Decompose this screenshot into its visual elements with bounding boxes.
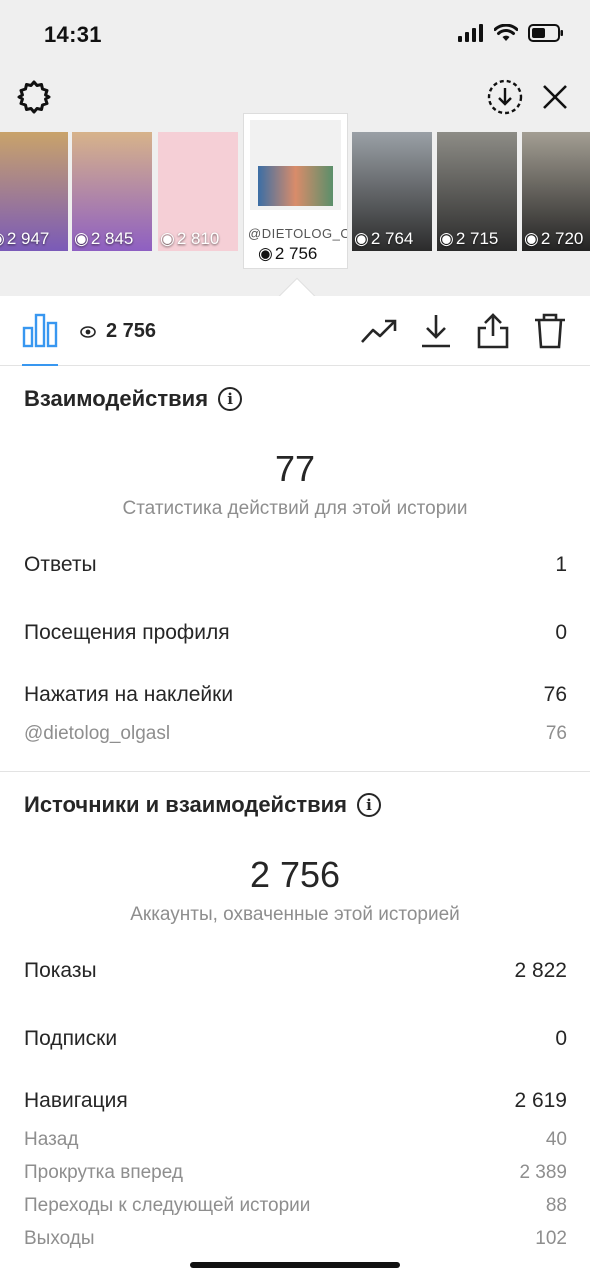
story-thumbnail[interactable]: ◉2 947 [0, 132, 68, 251]
stat-label: Подписки [24, 1027, 118, 1050]
story-view-count: ◉ 2 810 [160, 229, 220, 248]
stat-subrow-sticker: @dietolog_olgasl 76 [24, 723, 567, 745]
close-icon[interactable] [540, 82, 570, 112]
story-preview-image [250, 120, 341, 210]
story-thumbnail[interactable]: ◉ 2 715 [437, 132, 517, 251]
status-icons [458, 24, 564, 42]
story-view-count: ◉ 2 720 [524, 229, 584, 248]
stat-value: 1 [555, 553, 567, 576]
stat-value: 2 619 [514, 1089, 567, 1112]
stat-value: 102 [535, 1228, 567, 1249]
interactions-subtitle: Статистика действий для этой истории [122, 498, 468, 519]
story-thumbnail[interactable]: ◉ 2 845 [72, 132, 152, 251]
stat-subrow-forward: Прокрутка вперед 2 389 [24, 1162, 567, 1184]
story-thumbnail[interactable]: ◉ 2 810 [158, 132, 238, 251]
stat-value: 2 822 [514, 959, 567, 982]
home-indicator[interactable] [190, 1262, 400, 1268]
stat-label: Нажатия на наклейки [24, 683, 234, 706]
status-bar: 14:31 [0, 0, 590, 70]
status-time: 14:31 [44, 22, 102, 47]
view-count: 2 756 [106, 320, 157, 342]
story-caption: @DIETOLOG_OLGASL [248, 226, 347, 241]
stat-value: 40 [545, 1129, 567, 1150]
stat-value: 76 [543, 683, 567, 706]
trending-promote-icon[interactable] [360, 316, 398, 346]
stat-row-profile-visits: Посещения профиля 0 [24, 621, 567, 645]
stat-label: Посещения профиля [24, 621, 230, 644]
stat-label: Показы [24, 959, 97, 982]
story-thumbnail-selected[interactable]: @DIETOLOG_OLGASL ◉2 756 [244, 114, 347, 268]
stat-label: Навигация [24, 1089, 128, 1112]
interactions-total: 77 [274, 448, 316, 489]
discovery-section-title: Источники и взаимодействия i [24, 792, 381, 818]
stat-label: Выходы [24, 1228, 95, 1249]
download-story-icon[interactable] [486, 78, 524, 116]
stat-row-sticker-taps: Нажатия на наклейки 76 [24, 683, 567, 707]
interactions-section-title: Взаимодействия i [24, 386, 243, 412]
share-icon[interactable] [476, 312, 510, 350]
interactions-title: Взаимодействия [24, 386, 209, 411]
stat-value: 0 [555, 1027, 567, 1050]
story-thumbnail[interactable]: ◉ 2 720 [522, 132, 590, 251]
story-view-count: ◉ 2 764 [354, 229, 414, 248]
story-thumbnail-strip[interactable]: ◉2 947 ◉2 845 ◉2 810 @DIETOLOG_OLGASL ◉2… [0, 114, 590, 270]
insights-toolbar: 2 756 [0, 296, 590, 366]
story-view-count: ◉ 2 845 [74, 229, 134, 248]
discovery-total: 2 756 [249, 854, 341, 895]
stat-subrow-back: Назад 40 [24, 1129, 567, 1151]
eye-icon [80, 325, 96, 338]
stat-row-follows: Подписки 0 [24, 1027, 567, 1051]
stat-value: 0 [555, 621, 567, 644]
stat-subrow-exits: Выходы 102 [24, 1228, 567, 1250]
download-icon[interactable] [420, 313, 452, 349]
insights-bar-chart-icon[interactable] [22, 312, 58, 348]
story-view-count: ◉ 2 715 [439, 229, 499, 248]
stat-value: 2 389 [519, 1162, 567, 1183]
story-viewer-header: 14:31 2 947 ◉ 2 845 ◉ 2 810 @DIETOLOG_O … [0, 0, 590, 296]
settings-gear-icon[interactable] [16, 79, 52, 115]
wifi-icon [494, 24, 518, 41]
active-tab-indicator [22, 364, 58, 366]
discovery-title: Источники и взаимодействия [24, 792, 347, 817]
stat-value: 88 [545, 1195, 567, 1216]
info-icon[interactable]: i [356, 793, 381, 817]
stat-row-navigation: Навигация 2 619 [24, 1089, 567, 1113]
stat-label: Прокрутка вперед [24, 1162, 183, 1183]
info-icon[interactable]: i [218, 387, 243, 411]
signal-icon [458, 24, 483, 42]
stat-label: Назад [24, 1129, 79, 1150]
stat-row-replies: Ответы 1 [24, 553, 567, 577]
story-view-count: ◉ 2 756 [258, 244, 318, 263]
stat-row-impressions: Показы 2 822 [24, 959, 567, 983]
stat-value: 76 [545, 723, 567, 744]
viewers-tab[interactable]: 2 756 [80, 320, 156, 343]
stat-subrow-next-story: Переходы к следующей истории 88 [24, 1195, 567, 1217]
story-thumbnail[interactable]: ◉ 2 764 [352, 132, 432, 251]
stat-label: Переходы к следующей истории [24, 1195, 311, 1216]
stat-label: @dietolog_olgasl [24, 723, 171, 744]
delete-trash-icon[interactable] [532, 312, 568, 350]
discovery-subtitle: Аккаунты, охваченные этой историей [130, 904, 460, 925]
stat-label: Ответы [24, 553, 97, 576]
section-divider [0, 771, 590, 772]
story-view-count: ◉2 947 [0, 229, 50, 248]
battery-icon [528, 24, 563, 42]
